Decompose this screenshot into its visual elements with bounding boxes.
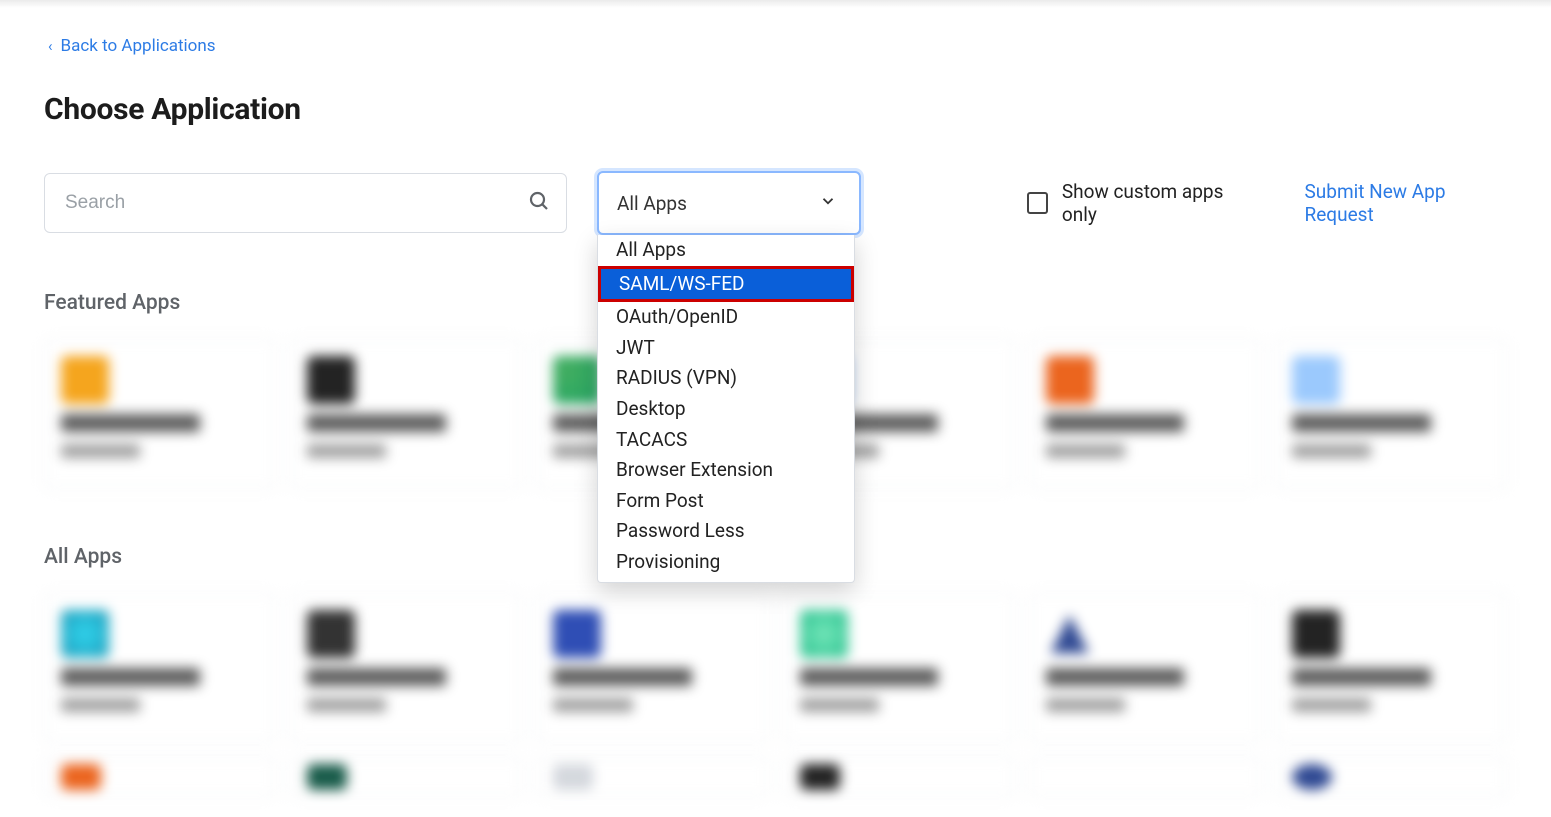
filter-selected-label: All Apps: [617, 192, 687, 215]
filter-option-browser-extension[interactable]: Browser Extension: [598, 455, 854, 486]
app-card[interactable]: [783, 593, 1015, 743]
filter-dropdown-menu: All Apps SAML/WS-FED OAuth/OpenID JWT RA…: [597, 235, 855, 583]
filter-dropdown-wrap: All Apps All Apps SAML/WS-FED OAuth/Open…: [597, 171, 861, 235]
all-apps-grid: [44, 593, 1507, 743]
filter-option-saml-ws-fed[interactable]: SAML/WS-FED: [598, 266, 854, 303]
filter-option-password-less[interactable]: Password Less: [598, 516, 854, 547]
page-content: ‹ Back to Applications Choose Applicatio…: [0, 8, 1551, 817]
app-card[interactable]: [290, 757, 522, 797]
filter-option-provisioning[interactable]: Provisioning: [598, 547, 854, 578]
app-card[interactable]: [1275, 757, 1507, 797]
filter-option-desktop[interactable]: Desktop: [598, 394, 854, 425]
all-apps-grid-row2: [44, 757, 1507, 797]
checkbox-box-icon: [1027, 192, 1048, 214]
app-card[interactable]: [44, 593, 276, 743]
filter-option-all-apps[interactable]: All Apps: [598, 235, 854, 266]
page-title: Choose Application: [44, 92, 1507, 127]
submit-new-app-request-link[interactable]: Submit New App Request: [1305, 180, 1507, 226]
chevron-down-icon: [819, 192, 837, 215]
app-card[interactable]: [44, 757, 276, 797]
filter-option-radius-vpn[interactable]: RADIUS (VPN): [598, 363, 854, 394]
search-icon[interactable]: [527, 189, 551, 217]
app-card[interactable]: [536, 757, 768, 797]
app-card[interactable]: [1029, 757, 1261, 797]
filter-option-oauth-openid[interactable]: OAuth/OpenID: [598, 302, 854, 333]
app-card[interactable]: [783, 757, 1015, 797]
app-card[interactable]: [536, 593, 768, 743]
app-card[interactable]: [1275, 339, 1507, 489]
app-card[interactable]: [1029, 593, 1261, 743]
search-input[interactable]: [44, 173, 567, 233]
controls-row: All Apps All Apps SAML/WS-FED OAuth/Open…: [44, 171, 1507, 235]
checkbox-label: Show custom apps only: [1062, 180, 1251, 226]
filter-option-form-post[interactable]: Form Post: [598, 486, 854, 517]
search-wrap: [44, 173, 567, 233]
app-card[interactable]: [290, 593, 522, 743]
show-custom-only-checkbox[interactable]: Show custom apps only: [1027, 180, 1251, 226]
app-card[interactable]: [290, 339, 522, 489]
filter-select[interactable]: All Apps: [597, 171, 861, 235]
app-card[interactable]: [1029, 339, 1261, 489]
back-link-label: Back to Applications: [61, 36, 216, 56]
chevron-left-icon: ‹: [48, 37, 53, 55]
filter-option-jwt[interactable]: JWT: [598, 333, 854, 364]
top-shadow: [0, 0, 1551, 8]
app-card[interactable]: [44, 339, 276, 489]
back-to-applications-link[interactable]: ‹ Back to Applications: [44, 8, 216, 56]
app-card[interactable]: [1275, 593, 1507, 743]
filter-option-tacacs[interactable]: TACACS: [598, 425, 854, 456]
